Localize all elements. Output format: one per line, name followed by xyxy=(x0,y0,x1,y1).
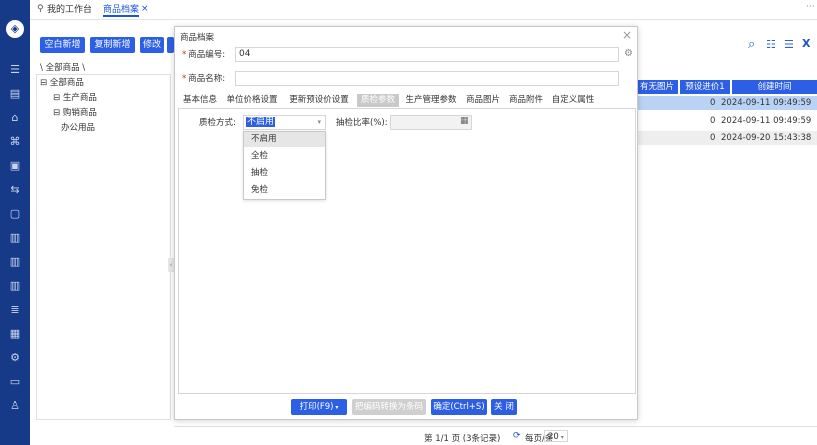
name-input[interactable] xyxy=(235,71,619,86)
cell-price: 0 xyxy=(710,133,716,143)
qc-method-value: 不启用 xyxy=(246,117,276,127)
tab-basic-info[interactable]: 基本信息 xyxy=(180,94,220,107)
left-nav: ◈ ☰ ▤ ⌂ ⌘ ▣ ⇆ ▢ ▥ ▥ ▥ ≣ ▦ ⚙ ▭ ♙ xyxy=(0,0,30,445)
top-tab-bar: ⚲ 我的工作台 商品档案 × ··· xyxy=(30,0,817,20)
edit-button[interactable]: 修改 xyxy=(140,37,164,53)
chevron-down-icon: ▾ xyxy=(333,404,339,411)
chevron-down-icon: ▾ xyxy=(317,118,321,126)
gear-icon[interactable]: ⚙ xyxy=(624,48,633,59)
file-icon[interactable]: ▥ xyxy=(0,228,30,248)
tree-item-all[interactable]: ⊟ 全部商品 xyxy=(40,78,84,89)
dropdown-option[interactable]: 不启用 xyxy=(244,132,325,147)
file-icon[interactable]: ▥ xyxy=(0,276,30,296)
dropdown-option[interactable]: 免检 xyxy=(244,183,325,198)
tree-item-purchase-sales[interactable]: ⊟ 购销商品 xyxy=(53,108,97,119)
tab-product-archive[interactable]: 商品档案 xyxy=(103,4,140,17)
more-menu[interactable]: ··· xyxy=(806,2,815,12)
file-icon[interactable]: ▥ xyxy=(0,252,30,272)
report-icon[interactable]: ▦ xyxy=(0,324,30,344)
confirm-button[interactable]: 确定(Ctrl+S) xyxy=(431,399,487,415)
logo-icon[interactable]: ◈ xyxy=(6,20,24,38)
tab-custom-attribute[interactable]: 自定义属性 xyxy=(549,94,597,107)
sampling-ratio-label: 抽检比率(%): xyxy=(336,118,388,128)
chevron-down-icon: ▾ xyxy=(558,434,564,441)
dropdown-option[interactable]: 全检 xyxy=(244,149,325,164)
tree-item-production[interactable]: ⊟ 生产商品 xyxy=(53,93,97,104)
home-icon[interactable]: ☰ xyxy=(0,60,30,80)
tree-item-office[interactable]: 办公用品 xyxy=(61,123,95,134)
cell-created: 2024-09-20 15:43:38 xyxy=(721,133,812,143)
print-button[interactable]: 打印(F9) ▾ xyxy=(291,399,347,415)
copy-new-button[interactable]: 复制新增 xyxy=(90,37,135,53)
dropdown-option[interactable]: 抽检 xyxy=(244,166,325,181)
monitor-icon[interactable]: ▣ xyxy=(0,156,30,176)
qc-method-select[interactable]: 不启用 ▾ xyxy=(243,115,326,130)
convert-barcode-button[interactable]: 把编码转换为条码 xyxy=(352,399,426,415)
refresh-icon[interactable]: ⟳ xyxy=(513,431,521,441)
pager-info: 第 1/1 页 (3条记录) xyxy=(424,434,501,444)
name-label: * 商品名称: xyxy=(182,74,226,84)
close-button[interactable]: 关 闭 xyxy=(491,399,517,415)
screen-icon[interactable]: ▭ xyxy=(0,372,30,392)
column-header-has-image[interactable]: 有无图片 xyxy=(636,80,678,94)
task-icon[interactable]: ▤ xyxy=(0,84,30,104)
column-header-preset-price[interactable]: 预设进价1 xyxy=(680,80,730,94)
calculator-icon[interactable]: ▦ xyxy=(460,116,469,126)
blank-new-button[interactable]: 空白新增 xyxy=(40,37,85,53)
per-page-value: 20 xyxy=(548,432,559,442)
close-tab-icon[interactable]: × xyxy=(141,4,149,14)
tab-preset-price[interactable]: 更新预设价设置 xyxy=(284,94,354,107)
code-input[interactable]: 04 xyxy=(235,47,619,62)
close-icon[interactable]: × xyxy=(622,28,632,42)
per-page-select[interactable]: 20 ▾ xyxy=(544,430,568,442)
filter-icon[interactable]: ☷ xyxy=(766,38,776,51)
cell-created: 2024-09-11 09:49:59 xyxy=(721,116,812,126)
tab-workbench[interactable]: 我的工作台 xyxy=(47,4,92,17)
cell-created: 2024-09-11 09:49:59 xyxy=(721,98,812,108)
column-header-created-time[interactable]: 创建时间 xyxy=(732,80,817,94)
dialog-title: 商品档案 xyxy=(180,33,215,43)
tab-quality-check[interactable]: 质检参数 xyxy=(357,94,399,107)
list-icon[interactable]: ≣ xyxy=(0,300,30,320)
toolbar-more-button[interactable] xyxy=(167,37,174,53)
excel-icon[interactable]: X xyxy=(802,37,810,50)
code-label: * 商品编号: xyxy=(182,50,226,60)
tab-product-attachment[interactable]: 商品附件 xyxy=(506,94,546,107)
search-icon[interactable]: ⌕ xyxy=(748,37,755,52)
tab-product-image[interactable]: 商品图片 xyxy=(463,94,503,107)
cart-icon[interactable]: ⌂ xyxy=(0,108,30,128)
tab-production-params[interactable]: 生产管理参数 xyxy=(402,94,460,107)
transfer-icon[interactable]: ⇆ xyxy=(0,180,30,200)
tree-panel xyxy=(36,74,171,420)
table-row[interactable]: 0 2024-09-20 15:43:38 xyxy=(636,131,817,145)
cell-price: 0 xyxy=(710,116,716,126)
pager-divider xyxy=(174,426,817,427)
workbench-icon: ⚲ xyxy=(37,4,44,14)
doc-icon[interactable]: ▢ xyxy=(0,204,30,224)
bank-icon[interactable]: ⌘ xyxy=(0,132,30,152)
settings-icon[interactable]: ⚙ xyxy=(0,348,30,368)
tab-unit-price[interactable]: 单位价格设置 xyxy=(223,94,281,107)
qc-method-label: 质检方式: xyxy=(199,118,236,128)
columns-icon[interactable]: ☰ xyxy=(784,38,794,51)
breadcrumb: \ 全部商品 \ xyxy=(40,63,86,73)
cell-price: 0 xyxy=(710,98,716,108)
table-row[interactable]: 0 2024-09-11 09:49:59 xyxy=(636,114,817,128)
table-row[interactable]: 0 2024-09-11 09:49:59 xyxy=(636,96,817,110)
user-icon[interactable]: ♙ xyxy=(0,396,30,416)
